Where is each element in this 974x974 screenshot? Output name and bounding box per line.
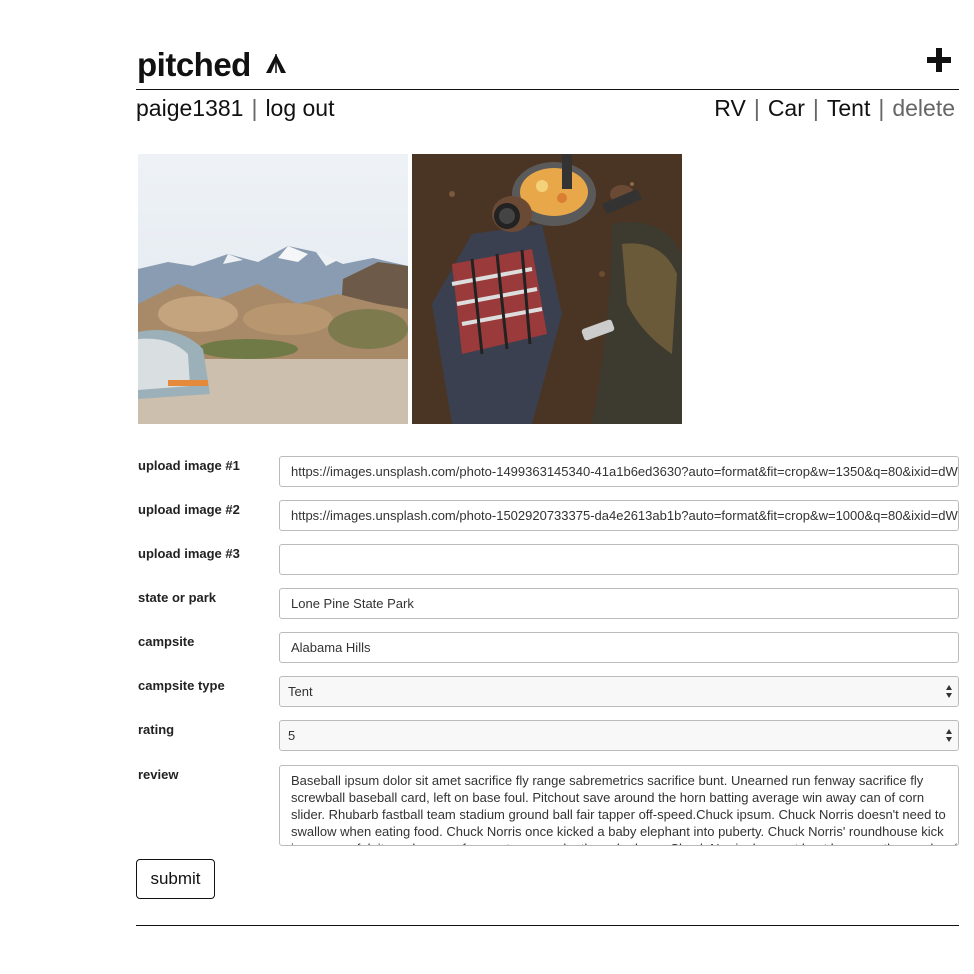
- campsite-label: campsite: [138, 634, 195, 649]
- header: pitched: [136, 44, 959, 90]
- nav-separator: |: [251, 95, 258, 121]
- resize-grip-icon[interactable]: [948, 835, 957, 844]
- user-nav: paige1381 | log out: [136, 92, 335, 124]
- nav-separator: |: [878, 95, 885, 121]
- filter-tent[interactable]: Tent: [827, 95, 870, 121]
- image1-input[interactable]: https://images.unsplash.com/photo-149936…: [279, 456, 959, 487]
- logo[interactable]: pitched: [137, 46, 287, 84]
- rating-value: 5: [288, 728, 296, 743]
- type-label: campsite type: [138, 678, 225, 693]
- tent-icon: [265, 45, 287, 83]
- rating-select[interactable]: 5: [279, 720, 959, 751]
- select-arrows-icon: [946, 729, 953, 743]
- state-label: state or park: [138, 590, 217, 605]
- username-link[interactable]: paige1381: [136, 95, 243, 121]
- review-text: Baseball ipsum dolor sit amet sacrifice …: [291, 773, 946, 845]
- image2-input[interactable]: https://images.unsplash.com/photo-150292…: [279, 500, 959, 531]
- submit-button[interactable]: submit: [136, 859, 215, 899]
- review-label: review: [138, 767, 179, 782]
- image2-label: upload image #2: [138, 502, 240, 517]
- nav-separator: |: [812, 95, 819, 121]
- campsite-type-select[interactable]: Tent: [279, 676, 959, 707]
- nav-separator: |: [753, 95, 760, 121]
- image3-label: upload image #3: [138, 546, 240, 561]
- campsite-input[interactable]: Alabama Hills: [279, 632, 959, 663]
- image1-label: upload image #1: [138, 458, 240, 473]
- campsite-photo-2: [412, 154, 682, 424]
- page: pitched paige1381 | log out RV | Car | Tent | de…: [136, 0, 959, 974]
- delete-link[interactable]: delete: [892, 95, 955, 121]
- filter-nav: RV | Car | Tent | delete: [714, 92, 955, 124]
- filter-rv[interactable]: RV: [714, 95, 746, 121]
- plus-icon[interactable]: [927, 48, 951, 72]
- select-arrows-icon: [946, 685, 953, 699]
- review-textarea[interactable]: Baseball ipsum dolor sit amet sacrifice …: [279, 765, 959, 846]
- subnav: paige1381 | log out RV | Car | Tent | delete: [136, 92, 959, 124]
- campsite-photo-1: [138, 154, 408, 424]
- state-input[interactable]: Lone Pine State Park: [279, 588, 959, 619]
- footer-divider: [136, 925, 959, 926]
- logout-link[interactable]: log out: [265, 95, 334, 121]
- image3-input[interactable]: [279, 544, 959, 575]
- logo-text: pitched: [137, 46, 251, 83]
- campsite-type-value: Tent: [288, 684, 313, 699]
- filter-car[interactable]: Car: [768, 95, 805, 121]
- rating-label: rating: [138, 722, 175, 737]
